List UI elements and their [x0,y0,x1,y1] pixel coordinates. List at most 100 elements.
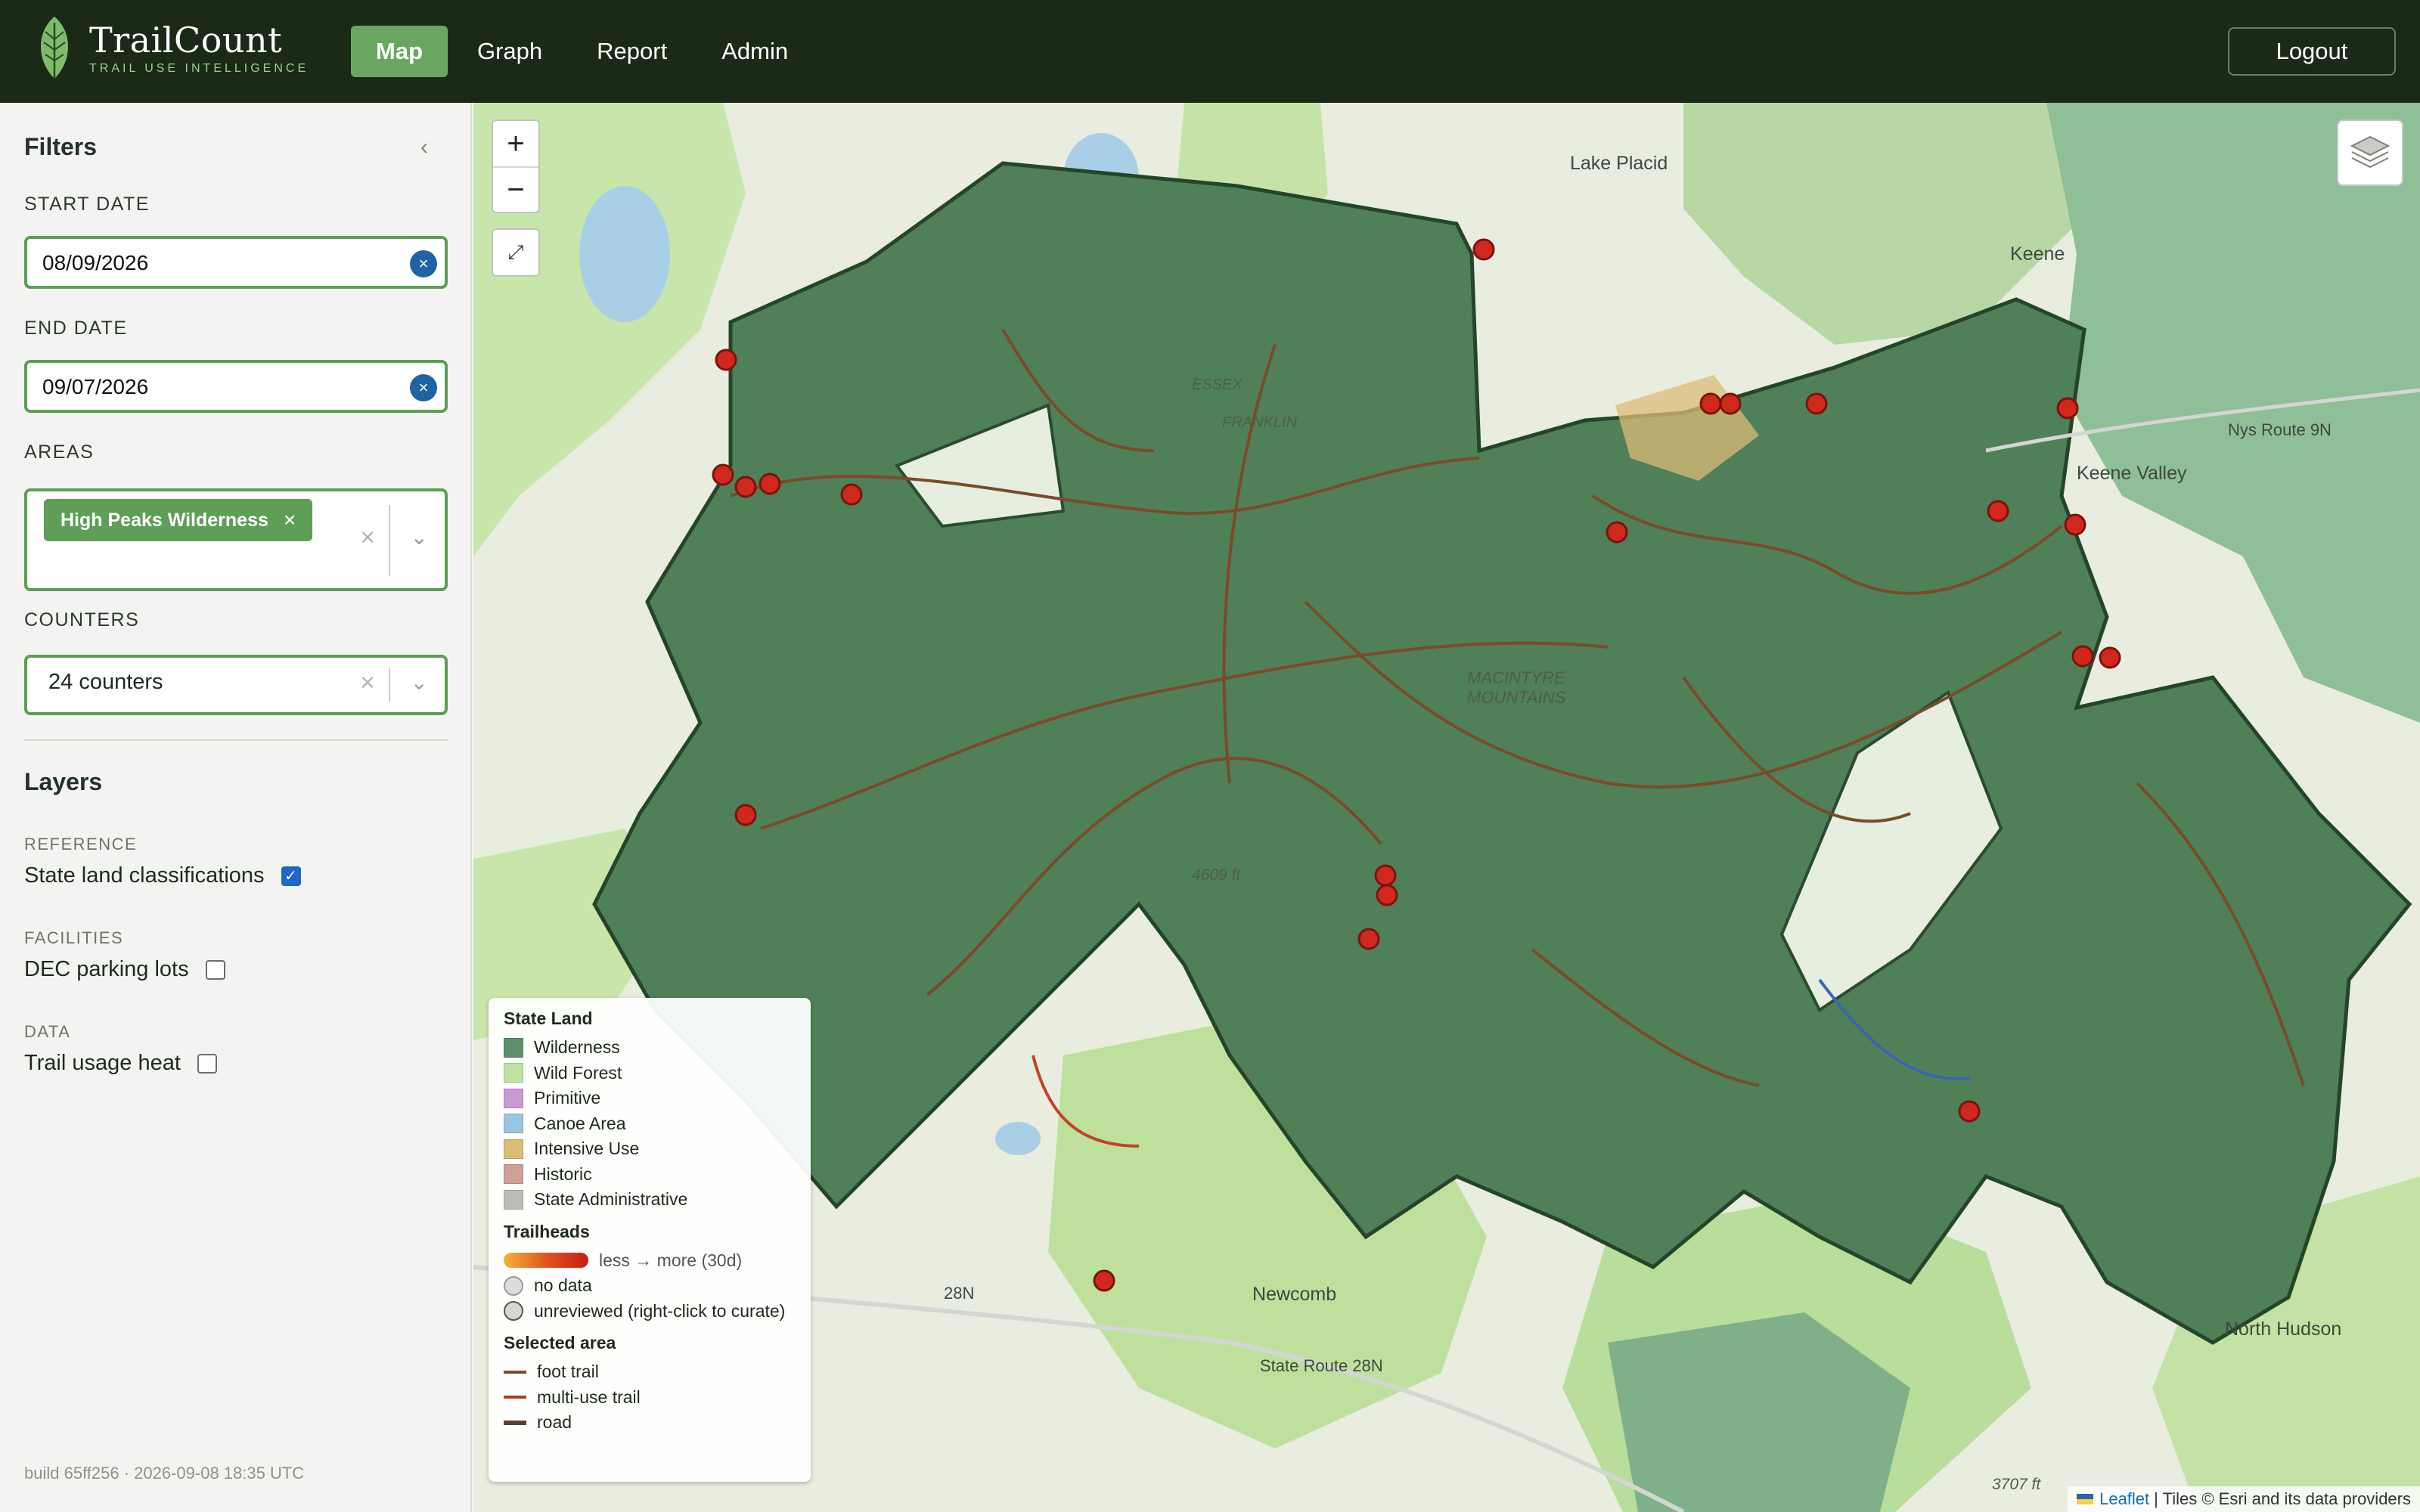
area-chip[interactable]: High Peaks Wilderness × [44,499,313,541]
place-label: Keene Valley [2077,463,2187,484]
areas-label: AREAS [24,442,95,463]
legend-trail-line-swatch [504,1370,526,1374]
layer-parking[interactable]: DEC parking lots [24,957,225,982]
ukraine-flag-icon [2077,1494,2094,1504]
group-label-reference: REFERENCE [24,835,138,854]
legend-class-swatch [504,1037,523,1058]
counters-value: 24 counters [48,670,163,694]
place-label: Nys Route 9N [2228,420,2332,439]
collapse-chevron-icon[interactable]: ‹ [420,135,428,160]
place-label: Lake Placid [1570,153,1668,174]
place-label: 28N [944,1284,975,1303]
brand[interactable]: TrailCount TRAIL USE INTELLIGENCE [35,15,309,80]
place-label: Newcomb [1252,1284,1337,1305]
lake [995,1122,1041,1155]
legend-class-swatch [504,1114,523,1134]
clear-counters-icon[interactable]: × [360,668,375,698]
layers-stack-icon[interactable] [2337,119,2403,186]
tab-report[interactable]: Report [572,26,692,77]
legend-trail-label: multi-use trail [537,1387,641,1407]
legend-class-row: Wilderness [504,1035,796,1061]
place-label: 3707 ft [1992,1476,2041,1493]
start-date-value: 08/09/2026 [42,251,149,274]
brand-tagline: TRAIL USE INTELLIGENCE [89,62,309,75]
legend-trail-line-swatch [504,1396,526,1399]
legend-trail-row: road [504,1410,796,1436]
legend-class-row: Historic [504,1162,796,1188]
layer-usage-heat-checkbox[interactable] [197,1053,217,1074]
fullscreen-icon[interactable]: ⤢ [492,228,540,277]
top-nav-bar: TrailCount TRAIL USE INTELLIGENCE Map Gr… [0,0,2420,103]
group-label-data: DATA [24,1022,71,1041]
areas-select[interactable]: High Peaks Wilderness × × ⌄ [24,488,448,591]
filters-sidebar: Filters ‹ START DATE 08/09/2026 × END DA… [0,103,472,1512]
map-view[interactable]: Lake Placid Keene Keene Valley Newcomb N… [473,103,2420,1512]
place-label: ESSEX [1192,376,1243,393]
leaflet-link[interactable]: Leaflet [2099,1489,2149,1509]
legend-class-swatch [504,1088,523,1108]
counters-chevron-down-icon[interactable]: ⌄ [411,670,428,695]
tab-map[interactable]: Map [351,26,448,77]
legend-unreviewed-row: unreviewed (right-click to curate) [504,1299,796,1325]
legend-class-row: Intensive Use [504,1136,796,1162]
legend-trail-label: road [537,1412,572,1433]
areas-chevron-down-icon[interactable]: ⌄ [411,525,428,550]
layers-title: Layers [24,768,103,795]
legend-trail-label: foot trail [537,1362,599,1382]
no-data-circle-icon [504,1275,523,1296]
legend-no-data-row: no data [504,1273,796,1299]
layer-state-land-checkbox[interactable]: ✓ [281,866,301,886]
legend-class-label: Canoe Area [534,1113,626,1133]
logout-button[interactable]: Logout [2228,27,2396,76]
map-legend: State Land Wilderness Wild Forest Primitiv… [489,998,811,1482]
tab-graph[interactable]: Graph [452,26,567,77]
legend-gradient-label: less → more (30d) [599,1250,743,1270]
layer-state-land[interactable]: State land classifications ✓ [24,863,301,888]
legend-trail-line-swatch [504,1420,526,1425]
main-tabs: Map Graph Report Admin [351,26,818,77]
legend-no-data-label: no data [534,1275,592,1296]
legend-class-row: Primitive [504,1086,796,1111]
legend-trail-row: foot trail [504,1359,796,1385]
zoom-control: + − [492,119,540,213]
zoom-in-button[interactable]: + [493,121,538,166]
zoom-out-button[interactable]: − [493,166,538,212]
legend-trailheads-title: Trailheads [504,1221,590,1241]
legend-gradient-row: less → more (30d) [504,1248,796,1274]
unreviewed-circle-icon [504,1301,523,1321]
legend-class-swatch [504,1063,523,1083]
legend-class-label: Wilderness [534,1037,620,1058]
layer-state-land-label: State land classifications [24,863,265,888]
layer-usage-heat[interactable]: Trail usage heat [24,1051,217,1076]
usage-gradient-swatch [504,1253,588,1269]
brand-name: TrailCount [89,20,283,60]
counters-select[interactable]: 24 counters × ⌄ [24,655,448,715]
area-chip-label: High Peaks Wilderness [60,509,268,531]
legend-unreviewed-label: unreviewed (right-click to curate) [534,1300,786,1321]
remove-chip-icon[interactable]: × [284,508,296,532]
start-date-input[interactable]: 08/09/2026 × [24,236,448,289]
place-label: FRANKLIN [1222,414,1297,431]
legend-class-swatch [504,1189,523,1210]
legend-class-swatch [504,1164,523,1185]
end-date-label: END DATE [24,318,128,339]
legend-class-row: Wild Forest [504,1061,796,1086]
end-date-value: 09/07/2026 [42,375,149,398]
group-label-facilities: FACILITIES [24,928,124,947]
end-date-input[interactable]: 09/07/2026 × [24,360,448,413]
tiles-attribution: | Tiles © Esri and its data providers [2154,1489,2411,1508]
legend-trail-row: multi-use trail [504,1385,796,1411]
counters-label: COUNTERS [24,609,140,631]
clear-areas-icon[interactable]: × [360,523,375,553]
legend-class-label: Historic [534,1163,592,1184]
place-label: State Route 28N [1260,1356,1383,1375]
tab-admin[interactable]: Admin [697,26,813,77]
place-label: North Hudson [2225,1318,2342,1340]
clear-start-date-icon[interactable]: × [410,250,437,277]
lake [579,186,670,322]
counters-separator [389,668,390,702]
clear-end-date-icon[interactable]: × [410,374,437,401]
place-label: MACINTYRE MOUNTAINS [1467,668,1566,707]
areas-separator [389,505,390,576]
layer-parking-checkbox[interactable] [205,959,225,980]
